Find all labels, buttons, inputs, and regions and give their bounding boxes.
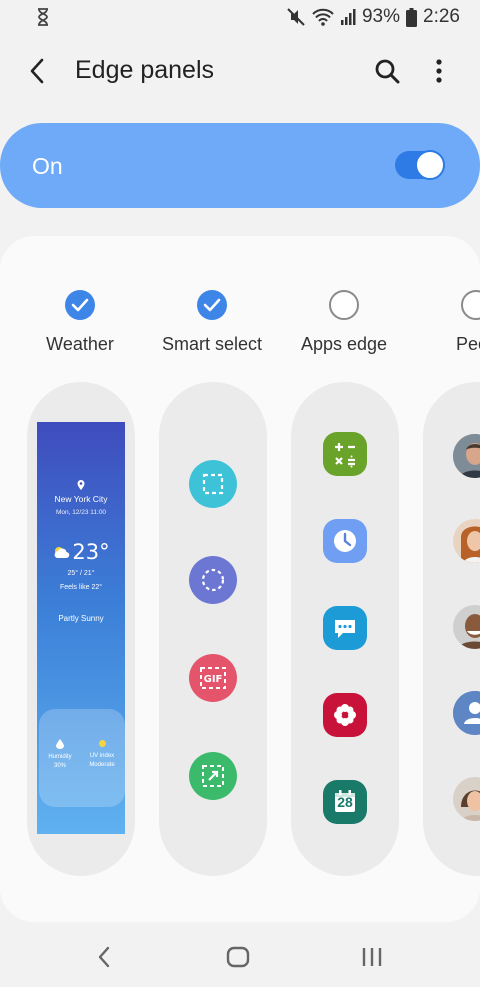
toggle-knob [415, 150, 445, 180]
weather-panel-preview[interactable]: New York City Mon, 12/23 11:00 23° 25° /… [27, 382, 135, 876]
signal-icon [340, 8, 356, 26]
nav-recents-button[interactable] [352, 939, 392, 975]
animation-gif-icon: GIF [189, 654, 237, 702]
svg-text:GIF: GIF [204, 674, 223, 685]
location-pin-icon [77, 480, 85, 490]
apps-edge-panel-preview[interactable]: 28 [291, 382, 399, 876]
weather-city: New York City [54, 494, 108, 504]
calculator-icon [323, 432, 367, 476]
navigation-bar [0, 927, 480, 987]
search-button[interactable] [370, 54, 404, 88]
more-options-button[interactable] [424, 54, 454, 88]
weather-date: Mon, 12/23 11:00 [55, 509, 107, 516]
weather-range: 25° / 21° [67, 570, 95, 577]
pin-to-screen-icon [189, 752, 237, 800]
uv-index-stat: UV index Moderate [81, 739, 123, 770]
gallery-icon [323, 693, 367, 737]
back-button[interactable] [20, 54, 54, 88]
panel-label-people: People [456, 334, 480, 354]
people-panel-preview[interactable] [423, 382, 480, 876]
contact-avatar-1 [453, 434, 480, 478]
contact-avatar-5 [453, 777, 480, 821]
calendar-day: 28 [337, 794, 353, 810]
apps-edge-checkbox[interactable] [329, 290, 359, 320]
panel-label-apps-edge: Apps edge [300, 334, 388, 354]
humidity-icon [56, 739, 64, 749]
contact-avatar-2 [453, 519, 480, 563]
weather-widget: New York City Mon, 12/23 11:00 23° 25° /… [37, 422, 125, 834]
weather-details-box: Humidity 30% UV index Moderate [39, 709, 125, 807]
hourglass-icon [36, 8, 50, 31]
mute-icon [286, 7, 306, 27]
people-checkbox[interactable] [461, 290, 480, 320]
contact-avatar-3 [453, 605, 480, 649]
smart-select-panel-preview[interactable]: GIF [159, 382, 267, 876]
nav-home-icon [226, 946, 250, 968]
page-title: Edge panels [75, 56, 215, 84]
messages-icon [323, 606, 367, 650]
wifi-icon [312, 8, 334, 26]
app-header: Edge panels [0, 42, 480, 100]
humidity-stat: Humidity 30% [39, 739, 81, 771]
battery-percent: 93% [361, 6, 401, 27]
edge-panels-master-switch[interactable]: On [0, 123, 480, 208]
status-time: 2:26 [423, 6, 460, 27]
more-vertical-icon [436, 59, 442, 83]
uv-sun-icon [98, 740, 106, 747]
rectangle-select-icon [189, 460, 237, 508]
master-toggle[interactable] [395, 150, 445, 180]
calendar-icon: 28 [323, 780, 367, 824]
battery-icon [406, 7, 418, 27]
master-switch-label: On [32, 153, 63, 179]
weather-feels-like: Feels like 22° [59, 584, 103, 591]
search-icon [375, 59, 400, 84]
oval-select-icon [189, 556, 237, 604]
panels-carousel[interactable]: Weather Smart select Apps edge People Ne… [0, 236, 480, 922]
weather-temp: 23° [72, 540, 110, 564]
back-arrow-icon [30, 58, 44, 84]
status-bar: 93% 2:26 [0, 0, 480, 36]
weather-checkbox[interactable] [65, 290, 95, 320]
panel-label-smart-select: Smart select [161, 334, 263, 354]
partly-sunny-icon [55, 547, 70, 559]
nav-back-icon [98, 946, 110, 968]
nav-home-button[interactable] [218, 939, 258, 975]
nav-recents-icon [362, 948, 382, 966]
checkmark-icon [71, 298, 89, 312]
panel-label-weather: Weather [46, 334, 114, 354]
contact-avatar-generic [453, 691, 480, 735]
checkmark-icon [203, 298, 221, 312]
clock-icon [323, 519, 367, 563]
weather-description: Partly Sunny [58, 614, 104, 623]
status-icons: 93% 2:26 [286, 6, 460, 28]
smart-select-checkbox[interactable] [197, 290, 227, 320]
nav-back-button[interactable] [84, 939, 124, 975]
